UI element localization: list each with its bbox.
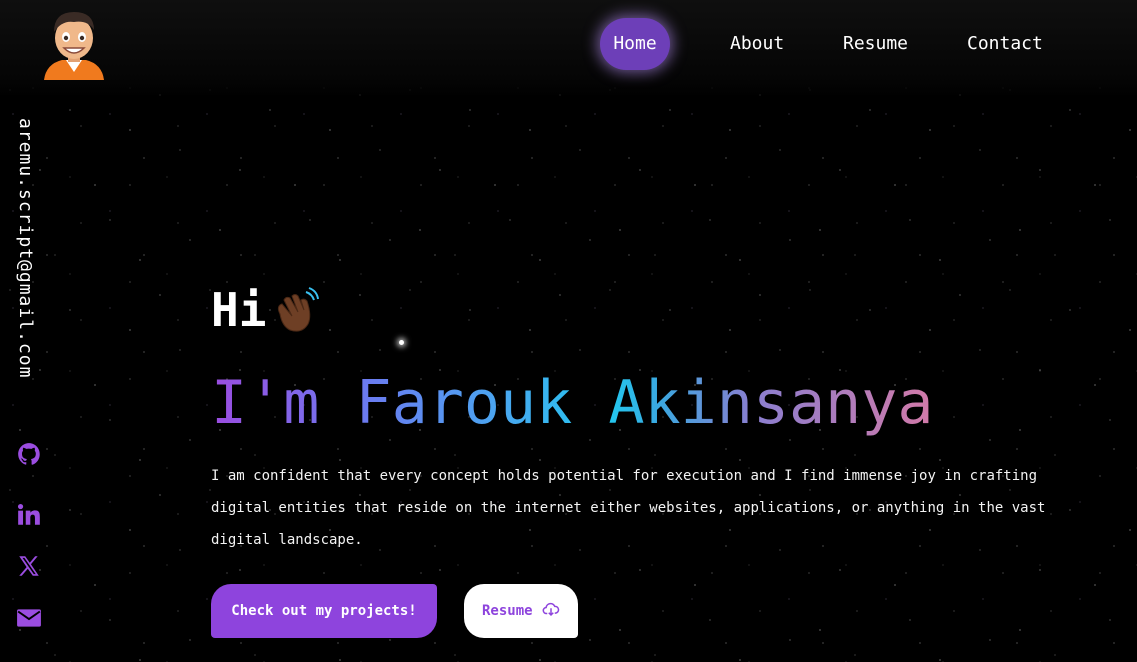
- resume-button[interactable]: Resume: [464, 584, 578, 638]
- greeting: Hi: [211, 283, 267, 337]
- nav-contact[interactable]: Contact: [967, 18, 1043, 70]
- cloud-download-icon: [542, 602, 560, 617]
- x-twitter-icon[interactable]: [16, 553, 42, 579]
- nav-resume[interactable]: Resume: [843, 18, 908, 70]
- starfield-background-layer: [0, 0, 1137, 662]
- mail-icon[interactable]: [16, 605, 42, 631]
- nav-home[interactable]: Home: [600, 18, 670, 70]
- linkedin-icon[interactable]: [16, 502, 42, 528]
- github-icon[interactable]: [16, 441, 42, 467]
- site-header: Home About Resume Contact: [0, 0, 1137, 98]
- projects-button[interactable]: Check out my projects!: [211, 584, 437, 638]
- waving-hand-icon: [277, 287, 319, 332]
- main-nav: Home About Resume Contact: [0, 18, 1137, 72]
- email-link[interactable]: aremu.script@gmail.com: [15, 118, 36, 378]
- nav-about[interactable]: About: [730, 18, 784, 70]
- bright-star: [399, 340, 404, 345]
- resume-button-label: Resume: [482, 603, 533, 619]
- intro-text: I am confident that every concept holds …: [211, 468, 1046, 548]
- hero-name: I'm Farouk Akinsanya: [211, 368, 934, 438]
